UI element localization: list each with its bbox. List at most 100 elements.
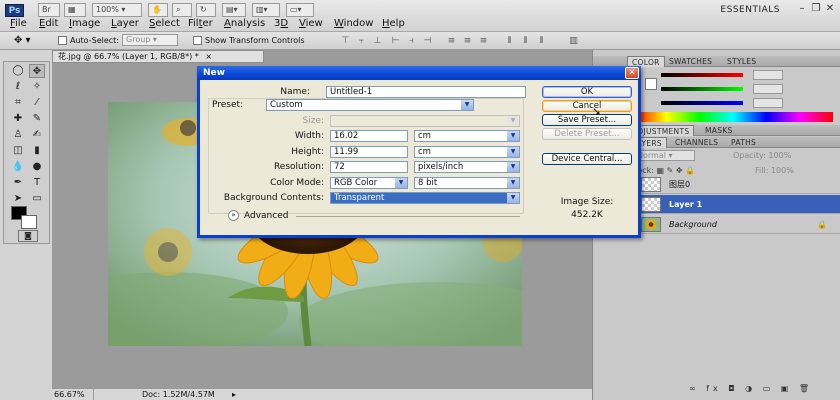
background-contents-dropdown[interactable]: Transparent ▼ — [330, 192, 520, 204]
width-input[interactable]: 16.02 — [330, 130, 408, 142]
menu-file[interactable]: File — [10, 18, 27, 30]
ok-button[interactable]: OK — [542, 86, 632, 98]
dodge-tool-icon[interactable]: ● — [29, 160, 45, 174]
layer-row[interactable]: 👁 图层0 — [603, 175, 840, 194]
align-right-icon[interactable]: ⊣ — [422, 36, 433, 46]
menu-filter[interactable]: Filter — [188, 18, 213, 30]
eyedropper-icon[interactable]: ⁄ — [29, 96, 45, 110]
minibridge-button[interactable]: ▦ — [64, 3, 86, 17]
delete-preset-button[interactable]: Delete Preset... — [542, 128, 632, 140]
blur-tool-icon[interactable]: 💧 — [10, 160, 26, 174]
zoom-level-control[interactable]: 100% ▾ — [92, 3, 142, 17]
green-value-field[interactable] — [753, 84, 783, 94]
menu-edit[interactable]: Edit — [39, 18, 58, 30]
blue-value-field[interactable] — [753, 98, 783, 108]
auto-select-checkbox[interactable]: Auto-Select: — [58, 35, 119, 46]
device-central-button[interactable]: Device Central... — [542, 153, 632, 165]
brush-tool-icon[interactable]: ✎ — [29, 112, 45, 126]
size-dropdown[interactable]: ▼ — [330, 115, 520, 127]
move-tool-icon[interactable]: ✥ — [29, 64, 45, 78]
tab-masks[interactable]: MASKS — [701, 125, 737, 136]
menu-window[interactable]: Window — [334, 18, 373, 30]
opacity-control[interactable]: Opacity: 100% — [733, 151, 791, 160]
screen-mode-button[interactable]: ▭▾ — [286, 3, 314, 17]
magic-wand-icon[interactable]: ✧ — [29, 80, 45, 94]
height-input[interactable]: 11.99 — [330, 146, 408, 158]
menu-view[interactable]: View — [299, 18, 323, 30]
workspace-switcher[interactable]: ESSENTIALS — [658, 3, 788, 17]
resolution-input[interactable]: 72 — [330, 161, 408, 173]
healing-brush-icon[interactable]: ✚ — [10, 112, 26, 126]
name-input[interactable]: Untitled-1 — [326, 86, 526, 98]
marquee-tool-icon[interactable]: ◯ — [10, 64, 26, 78]
tab-styles[interactable]: STYLES — [723, 56, 760, 67]
menu-analysis[interactable]: Analysis — [224, 18, 265, 30]
layer-row[interactable]: 👁 Background 🔒 — [603, 215, 840, 234]
align-bottom-icon[interactable]: ⊥ — [372, 36, 383, 46]
document-tab-close-icon[interactable]: × — [205, 52, 212, 61]
preset-dropdown[interactable]: Custom ▼ — [266, 99, 474, 111]
blend-mode-dropdown[interactable]: Normal ▾ — [633, 150, 695, 161]
lock-icons[interactable]: Lock: ▦ ✎ ✥ 🔒 — [633, 166, 695, 175]
red-value-field[interactable] — [753, 70, 783, 80]
zoom-tool-icon[interactable]: ⌕ — [172, 3, 192, 17]
color-mode-dropdown[interactable]: RGB Color ▼ — [330, 177, 408, 189]
menu-select[interactable]: Select — [149, 18, 180, 30]
pen-tool-icon[interactable]: ✒ — [10, 176, 26, 190]
document-tab[interactable]: 花.jpg @ 66.7% (Layer 1, RGB/8*) * × — [52, 50, 264, 63]
tab-swatches[interactable]: SWATCHES — [665, 56, 716, 67]
width-unit-dropdown[interactable]: cm ▼ — [414, 130, 520, 142]
align-top-icon[interactable]: ⊤ — [340, 36, 351, 46]
distribute-bottom-icon[interactable]: ≡ — [478, 36, 489, 46]
shape-tool-icon[interactable]: ▭ — [29, 192, 45, 206]
background-color-swatch[interactable] — [21, 215, 37, 229]
auto-select-dropdown[interactable]: Group ▾ — [122, 34, 178, 46]
advanced-toggle-icon[interactable]: » — [228, 210, 239, 221]
color-fg-swatch[interactable] — [645, 78, 657, 90]
arrange-documents-button[interactable]: ▥▾ — [252, 3, 280, 17]
clone-stamp-icon[interactable]: ♙ — [10, 128, 26, 142]
height-unit-dropdown[interactable]: cm ▼ — [414, 146, 520, 158]
auto-align-icon[interactable]: ▥ — [568, 36, 579, 46]
align-left-icon[interactable]: ⊢ — [390, 36, 401, 46]
path-select-icon[interactable]: ➤ — [10, 192, 26, 206]
distribute-hcenter-icon[interactable]: ⦀ — [520, 36, 531, 46]
quick-mask-icon[interactable]: ◙ — [18, 230, 38, 242]
bridge-button[interactable]: Br — [38, 3, 60, 17]
bit-depth-dropdown[interactable]: 8 bit ▼ — [414, 177, 520, 189]
restore-icon[interactable]: ❐ — [810, 3, 822, 15]
minimize-icon[interactable]: – — [796, 3, 808, 15]
menu-layer[interactable]: Layer — [111, 18, 139, 30]
tab-channels[interactable]: CHANNELS — [671, 137, 722, 148]
color-spectrum-ramp[interactable] — [633, 112, 833, 122]
distribute-vcenter-icon[interactable]: ≡ — [462, 36, 473, 46]
status-arrow-icon[interactable]: ▸ — [232, 389, 236, 400]
save-preset-button[interactable]: Save Preset... — [542, 114, 632, 126]
tab-paths[interactable]: PATHS — [727, 137, 760, 148]
menu-help[interactable]: Help — [382, 18, 405, 30]
hand-tool-icon[interactable]: ✋ — [148, 3, 168, 17]
dialog-close-icon[interactable]: ✕ — [625, 67, 639, 79]
menu-3d[interactable]: 3D — [274, 18, 288, 30]
layer-row[interactable]: 👁 Layer 1 — [603, 195, 840, 214]
green-slider[interactable] — [661, 84, 840, 94]
align-hcenter-icon[interactable]: ⫞ — [406, 36, 417, 46]
gradient-tool-icon[interactable]: ▮ — [29, 144, 45, 158]
cancel-button[interactable]: Cancel — [542, 100, 632, 112]
layer-footer-icons[interactable]: ∞ fx ◘ ◑ ▭ ▣ 🗑 — [689, 384, 839, 396]
red-slider[interactable] — [661, 70, 840, 80]
eraser-tool-icon[interactable]: ◫ — [10, 144, 26, 158]
show-transform-checkbox[interactable]: Show Transform Controls — [193, 35, 305, 46]
resolution-unit-dropdown[interactable]: pixels/inch ▼ — [414, 161, 520, 173]
advanced-label[interactable]: Advanced — [244, 211, 288, 222]
close-icon[interactable]: ✕ — [824, 3, 836, 15]
align-vcenter-icon[interactable]: ⫟ — [356, 36, 367, 46]
menu-image[interactable]: Image — [69, 18, 100, 30]
history-brush-icon[interactable]: ✍ — [29, 128, 45, 142]
lasso-tool-icon[interactable]: ℓ — [10, 80, 26, 94]
status-zoom[interactable]: 66.67% — [54, 389, 94, 400]
extras-button[interactable]: ▤▾ — [222, 3, 246, 17]
move-tool-preset-icon[interactable]: ✥ ▾ — [14, 35, 31, 46]
distribute-right-icon[interactable]: ⦀ — [536, 36, 547, 46]
distribute-top-icon[interactable]: ≡ — [446, 36, 457, 46]
